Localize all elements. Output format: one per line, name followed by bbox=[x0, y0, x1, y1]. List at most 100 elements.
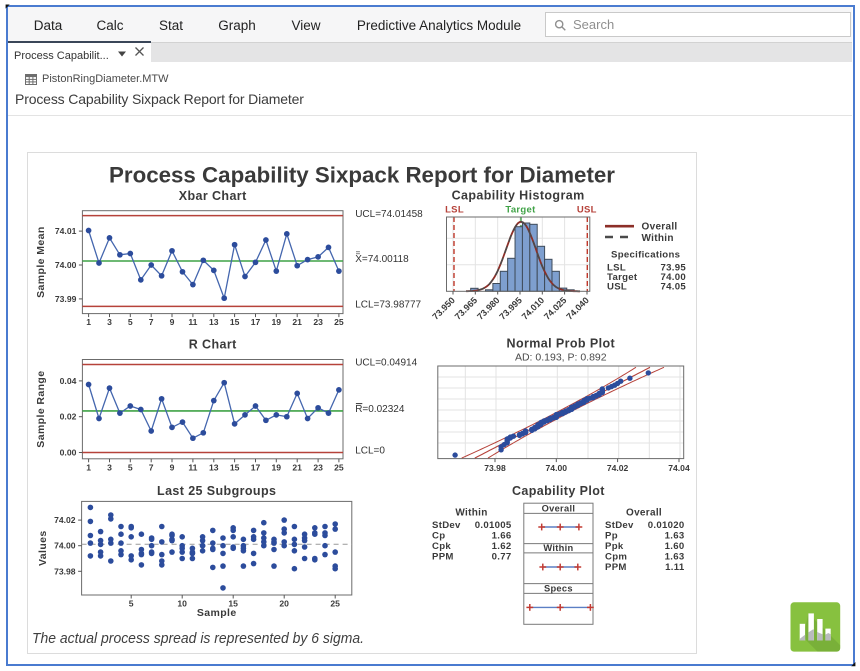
svg-text:74.02: 74.02 bbox=[54, 515, 76, 525]
svg-text:X=74.00118: X=74.00118 bbox=[355, 254, 409, 265]
svg-text:1.66: 1.66 bbox=[492, 531, 512, 542]
svg-text:Within: Within bbox=[455, 507, 487, 518]
svg-text:7: 7 bbox=[149, 462, 154, 472]
svg-text:Within: Within bbox=[642, 233, 674, 244]
svg-text:73.98: 73.98 bbox=[54, 566, 76, 576]
svg-text:1: 1 bbox=[86, 462, 91, 472]
svg-text:9: 9 bbox=[170, 462, 175, 472]
svg-text:PPM: PPM bbox=[605, 562, 627, 573]
svg-text:Capability Histogram: Capability Histogram bbox=[452, 189, 585, 203]
svg-text:AD: 0.193, P: 0.892: AD: 0.193, P: 0.892 bbox=[515, 351, 607, 363]
svg-text:3: 3 bbox=[107, 317, 112, 327]
svg-text:74.025: 74.025 bbox=[542, 295, 569, 322]
svg-text:1.63: 1.63 bbox=[665, 531, 685, 542]
svg-text:Normal Prob Plot: Normal Prob Plot bbox=[507, 337, 616, 351]
svg-text:3: 3 bbox=[107, 462, 112, 472]
svg-text:LCL=73.98777: LCL=73.98777 bbox=[355, 300, 421, 311]
svg-text:1.62: 1.62 bbox=[492, 541, 512, 552]
svg-text:25: 25 bbox=[334, 317, 344, 327]
svg-text:USL: USL bbox=[607, 282, 627, 293]
svg-text:9: 9 bbox=[170, 317, 175, 327]
svg-text:0.77: 0.77 bbox=[492, 552, 512, 563]
svg-text:1.60: 1.60 bbox=[665, 541, 685, 552]
svg-text:Ppk: Ppk bbox=[605, 541, 624, 552]
svg-text:R=0.02324: R=0.02324 bbox=[355, 404, 405, 415]
svg-text:25: 25 bbox=[334, 462, 344, 472]
svg-text:73.965: 73.965 bbox=[453, 295, 480, 322]
svg-text:Cp: Cp bbox=[432, 531, 445, 542]
svg-text:21: 21 bbox=[292, 317, 302, 327]
svg-text:1.11: 1.11 bbox=[665, 562, 685, 573]
svg-text:0.01005: 0.01005 bbox=[475, 520, 512, 531]
svg-text:17: 17 bbox=[251, 317, 261, 327]
svg-text:7: 7 bbox=[149, 317, 154, 327]
svg-text:5: 5 bbox=[128, 317, 133, 327]
svg-text:Overall: Overall bbox=[626, 507, 662, 518]
svg-text:74.00: 74.00 bbox=[55, 260, 77, 270]
svg-text:Pp: Pp bbox=[605, 531, 618, 542]
svg-text:Process Capability Sixpack Rep: Process Capability Sixpack Report for Di… bbox=[109, 163, 615, 188]
svg-text:74.010: 74.010 bbox=[520, 295, 547, 322]
svg-text:10: 10 bbox=[177, 599, 187, 609]
svg-text:74.00: 74.00 bbox=[54, 541, 76, 551]
svg-text:11: 11 bbox=[188, 462, 197, 472]
svg-text:5: 5 bbox=[129, 599, 134, 609]
svg-text:0.02: 0.02 bbox=[60, 412, 77, 422]
svg-text:17: 17 bbox=[251, 462, 261, 472]
svg-text:74.040: 74.040 bbox=[564, 295, 591, 322]
svg-text:USL: USL bbox=[577, 205, 597, 216]
svg-text:13: 13 bbox=[209, 317, 219, 327]
svg-text:15: 15 bbox=[230, 462, 240, 472]
svg-text:Sample Mean: Sample Mean bbox=[35, 226, 47, 298]
svg-text:Cpm: Cpm bbox=[605, 552, 627, 563]
svg-text:The actual process spread is r: The actual process spread is represented… bbox=[32, 631, 364, 647]
svg-text:0.04: 0.04 bbox=[60, 376, 77, 386]
svg-text:20: 20 bbox=[279, 599, 289, 609]
svg-text:74.01: 74.01 bbox=[55, 226, 77, 236]
svg-text:Within: Within bbox=[543, 543, 573, 553]
svg-text:74.05: 74.05 bbox=[660, 282, 686, 293]
svg-text:Capability Plot: Capability Plot bbox=[512, 484, 605, 498]
svg-text:UCL=0.04914: UCL=0.04914 bbox=[355, 358, 417, 369]
svg-text:74.00: 74.00 bbox=[546, 463, 568, 473]
svg-text:23: 23 bbox=[313, 462, 323, 472]
svg-text:73.980: 73.980 bbox=[475, 295, 502, 322]
svg-text:StDev: StDev bbox=[605, 520, 634, 531]
svg-text:=: = bbox=[356, 249, 361, 258]
svg-text:Xbar Chart: Xbar Chart bbox=[179, 189, 247, 203]
svg-text:Last 25 Subgroups: Last 25 Subgroups bbox=[157, 484, 276, 498]
svg-text:LSL: LSL bbox=[445, 205, 464, 216]
svg-text:15: 15 bbox=[230, 317, 240, 327]
svg-text:0.00: 0.00 bbox=[60, 448, 77, 458]
svg-text:Target: Target bbox=[505, 205, 536, 216]
svg-text:Overall: Overall bbox=[542, 503, 576, 513]
svg-text:73.995: 73.995 bbox=[497, 295, 524, 322]
svg-text:UCL=74.01458: UCL=74.01458 bbox=[355, 209, 423, 220]
svg-text:19: 19 bbox=[272, 317, 282, 327]
svg-text:74.02: 74.02 bbox=[607, 463, 629, 473]
svg-text:Sample Range: Sample Range bbox=[35, 371, 47, 448]
svg-text:Sample: Sample bbox=[197, 607, 237, 619]
svg-text:73.950: 73.950 bbox=[430, 295, 457, 322]
svg-text:R Chart: R Chart bbox=[189, 338, 237, 352]
svg-text:Specifications: Specifications bbox=[611, 250, 680, 261]
svg-text:1.63: 1.63 bbox=[665, 552, 685, 563]
svg-text:Overall: Overall bbox=[642, 221, 678, 232]
svg-text:Specs: Specs bbox=[544, 584, 573, 594]
svg-text:StDev: StDev bbox=[432, 520, 461, 531]
svg-text:23: 23 bbox=[313, 317, 323, 327]
svg-text:21: 21 bbox=[292, 462, 302, 472]
svg-text:1: 1 bbox=[86, 317, 91, 327]
svg-text:73.99: 73.99 bbox=[55, 294, 77, 304]
svg-text:73.98: 73.98 bbox=[484, 463, 506, 473]
svg-text:Cpk: Cpk bbox=[432, 541, 451, 552]
svg-text:PPM: PPM bbox=[432, 552, 454, 563]
svg-text:5: 5 bbox=[128, 462, 133, 472]
svg-text:19: 19 bbox=[272, 462, 282, 472]
svg-text:74.04: 74.04 bbox=[668, 463, 690, 473]
svg-text:25: 25 bbox=[330, 599, 340, 609]
svg-text:0.01020: 0.01020 bbox=[648, 520, 685, 531]
svg-text:LCL=0: LCL=0 bbox=[355, 446, 385, 457]
svg-text:Values: Values bbox=[37, 530, 49, 566]
svg-text:11: 11 bbox=[188, 317, 197, 327]
